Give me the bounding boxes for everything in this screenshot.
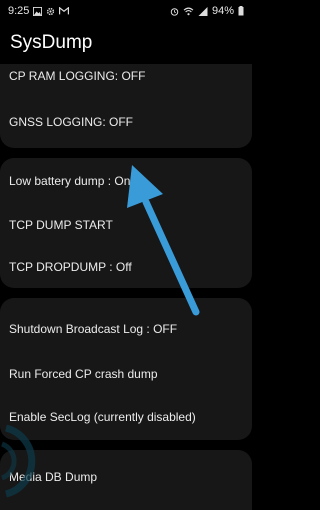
settings-group-logging: CP RAM LOGGING: OFF GNSS LOGGING: OFF — [0, 64, 252, 148]
list-item-tcp-dump-start[interactable]: TCP DUMP START — [0, 204, 252, 246]
status-left: 9:25 — [8, 5, 70, 17]
list-item-label: Low battery dump : On — [9, 174, 131, 188]
list-item-label: CP RAM LOGGING: OFF — [9, 69, 146, 83]
status-bar: 9:25 94% — [0, 0, 252, 22]
battery-percent: 94% — [211, 5, 234, 17]
list-item-label: Run Forced CP crash dump — [9, 367, 158, 381]
list-item-media-db-dump[interactable]: Media DB Dump — [0, 454, 252, 500]
wifi-icon — [183, 7, 194, 16]
list-item-label: TCP DUMP START — [9, 218, 113, 232]
list-item-enable-seclog[interactable]: Enable SecLog (currently disabled) — [0, 396, 252, 438]
list-item-low-battery-dump[interactable]: Low battery dump : On — [0, 158, 252, 204]
list-item-tcp-dropdump[interactable]: TCP DROPDUMP : Off — [0, 246, 252, 288]
battery-icon — [238, 6, 244, 16]
clock: 9:25 — [8, 5, 30, 17]
signal-icon — [198, 6, 208, 16]
page-title: SysDump — [10, 32, 93, 53]
list-item-label: Media DB Dump — [9, 470, 98, 484]
list-item-cp-ram-logging[interactable]: CP RAM LOGGING: OFF — [0, 64, 252, 88]
list-item-label: GNSS LOGGING: OFF — [9, 115, 134, 129]
list-item-label: TCP DROPDUMP : Off — [9, 260, 132, 274]
list-item-run-forced-cp-crash-dump[interactable]: Run Forced CP crash dump — [0, 352, 252, 396]
status-right: 94% — [170, 5, 244, 17]
list-item-shutdown-broadcast-log[interactable]: Shutdown Broadcast Log : OFF — [0, 306, 252, 352]
settings-group-dumps: Low battery dump : On TCP DUMP START TCP… — [0, 158, 252, 288]
settings-group-media: Media DB Dump — [0, 450, 252, 510]
gmail-icon — [59, 7, 70, 15]
settings-group-debug: Shutdown Broadcast Log : OFF Run Forced … — [0, 298, 252, 440]
list-item-label: Shutdown Broadcast Log : OFF — [9, 322, 178, 336]
settings-icon — [46, 7, 55, 16]
photo-icon — [33, 6, 43, 16]
app-header: SysDump — [0, 22, 252, 64]
list-item-label: Enable SecLog (currently disabled) — [9, 410, 196, 424]
alarm-icon — [170, 7, 179, 16]
list-item-gnss-logging[interactable]: GNSS LOGGING: OFF — [0, 101, 252, 143]
